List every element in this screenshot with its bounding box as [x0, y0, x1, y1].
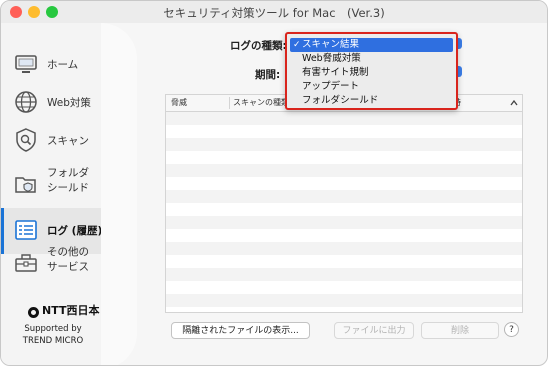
sidebar-item-label: Web対策	[47, 97, 91, 109]
option-label: スキャン結果	[302, 39, 360, 50]
sidebar-item-label: フォルダ シールド	[47, 167, 89, 194]
dropdown-option-web-threat[interactable]: Web脅威対策	[290, 52, 453, 66]
period-label: 期間:	[255, 69, 281, 81]
dropdown-option-harmful-site[interactable]: 有害サイト規制	[290, 66, 453, 80]
table-row	[166, 203, 522, 216]
window-title: セキュリティ対策ツール for Mac (Ver.3)	[163, 6, 385, 20]
supported-line-1: Supported by	[24, 324, 82, 334]
sidebar-item-label: その他の サービス	[47, 246, 89, 273]
log-type-label: ログの種類:	[230, 40, 287, 52]
column-divider	[229, 97, 230, 109]
sidebar-item-label: ホーム	[47, 59, 79, 71]
dropdown-option-update[interactable]: アップデート	[290, 80, 453, 94]
app-window: セキュリティ対策ツール for Mac (Ver.3) ホーム Web対策 スキ…	[0, 0, 548, 366]
logo-text: NTT西日本	[42, 304, 100, 317]
table-row	[166, 125, 522, 138]
title-bar: セキュリティ対策ツール for Mac (Ver.3)	[1, 1, 547, 23]
table-row	[166, 255, 522, 268]
export-to-file-button[interactable]: ファイルに出力	[334, 322, 414, 339]
sidebar-item-label: ログ (履歴)	[47, 225, 103, 237]
table-row	[166, 190, 522, 203]
log-type-dropdown-menu: ✓ スキャン結果 Web脅威対策 有害サイト規制 アップデート フォルダシールド	[285, 32, 458, 110]
monitor-icon	[15, 55, 37, 73]
dropdown-option-folder-shield[interactable]: フォルダシールド	[290, 94, 453, 108]
sidebar-item-scan[interactable]: スキャン	[1, 118, 106, 164]
table-row	[166, 268, 522, 281]
show-quarantined-files-button[interactable]: 隔離されたファイルの表示...	[171, 322, 310, 339]
toolbox-icon	[15, 254, 37, 272]
table-row	[166, 242, 522, 255]
table-row	[166, 112, 522, 125]
supported-line-2: TREND MICRO	[22, 336, 84, 346]
table-row	[166, 294, 522, 307]
column-header-scan-type[interactable]: スキャンの種類	[233, 97, 289, 108]
table-row	[166, 281, 522, 294]
globe-icon	[15, 91, 37, 113]
help-button[interactable]: ?	[504, 322, 519, 337]
table-row	[166, 138, 522, 151]
checkmark-icon: ✓	[293, 40, 301, 50]
sidebar-item-folder-shield[interactable]: フォルダ シールド	[1, 162, 106, 208]
sidebar-decoration	[101, 23, 137, 365]
shield-search-icon	[16, 128, 36, 152]
folder-shield-icon	[15, 177, 36, 193]
delete-button[interactable]: 削除	[421, 322, 499, 339]
table-row	[166, 177, 522, 190]
sort-ascending-icon[interactable]	[510, 100, 518, 106]
table-row	[166, 229, 522, 242]
log-table: 脅威 スキャンの種類 時	[165, 94, 523, 313]
table-row	[166, 164, 522, 177]
sidebar-item-label: スキャン	[47, 135, 89, 147]
column-header-threat[interactable]: 脅威	[171, 97, 187, 108]
dropdown-option-scan-results[interactable]: ✓ スキャン結果	[290, 38, 453, 52]
table-row	[166, 216, 522, 229]
sidebar-item-other-services[interactable]: その他の サービス	[1, 240, 106, 286]
supported-by-text: Supported by TREND MICRO	[15, 323, 91, 347]
table-row	[166, 151, 522, 164]
ntt-logo: NTT西日本	[28, 302, 99, 318]
sidebar: ホーム Web対策 スキャン フォルダ シールド ログ (履歴) その他の サー…	[1, 23, 106, 365]
ntt-logo-icon	[28, 307, 39, 318]
